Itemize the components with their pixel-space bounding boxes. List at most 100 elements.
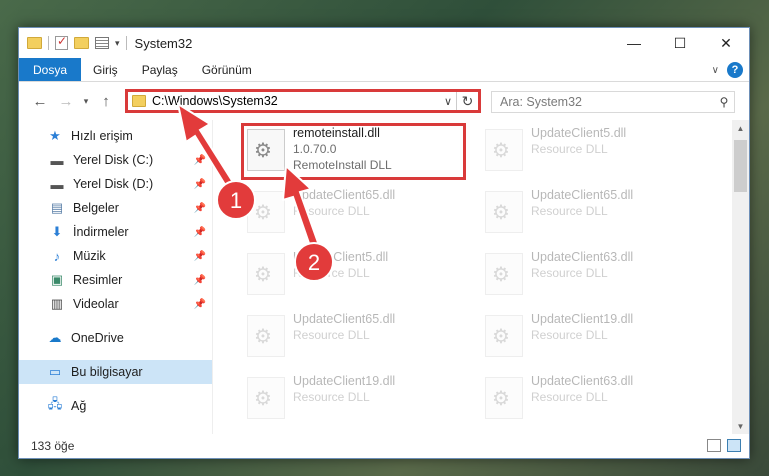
nav-item-videos[interactable]: ▥ Videolar 📌: [19, 292, 212, 316]
pin-icon[interactable]: 📌: [194, 179, 206, 190]
pin-icon[interactable]: 📌: [194, 251, 206, 262]
nav-item-disk-d[interactable]: ▬ Yerel Disk (D:) 📌: [19, 172, 212, 196]
dll-file-icon: [485, 191, 523, 233]
new-folder-icon[interactable]: [74, 37, 89, 49]
pin-icon[interactable]: 📌: [194, 275, 206, 286]
tab-share[interactable]: Paylaş: [130, 58, 190, 81]
refresh-icon[interactable]: ↻: [456, 92, 478, 110]
file-tile[interactable]: UpdateClient5.dll Resource DLL: [479, 123, 699, 179]
scroll-down-icon[interactable]: ▼: [732, 418, 749, 434]
file-name: UpdateClient63.dll: [531, 250, 634, 264]
status-bar: 133 öğe: [19, 434, 749, 458]
search-input[interactable]: Ara: System32: [500, 95, 714, 109]
details-view-icon[interactable]: [707, 439, 721, 452]
pin-icon[interactable]: 📌: [194, 155, 206, 166]
dll-file-icon: [247, 129, 285, 171]
star-icon: ★: [49, 128, 61, 143]
nav-label: İndirmeler: [73, 225, 129, 239]
file-tile[interactable]: UpdateClient19.dll Resource DLL: [479, 309, 699, 365]
help-icon[interactable]: ?: [727, 62, 743, 78]
computer-icon: ▭: [48, 364, 62, 379]
properties-check-icon[interactable]: [55, 34, 68, 50]
file-description: Resource DLL: [531, 142, 608, 156]
file-view: remoteinstall.dll 1.0.70.0 RemoteInstall…: [213, 120, 749, 434]
nav-item-disk-c[interactable]: ▬ Yerel Disk (C:) 📌: [19, 148, 212, 172]
pin-icon[interactable]: 📌: [194, 203, 206, 214]
maximize-button[interactable]: ☐: [657, 28, 703, 58]
back-button[interactable]: ←: [27, 89, 53, 113]
dll-file-icon: [247, 377, 285, 419]
nav-this-pc[interactable]: ▭ Bu bilgisayar: [19, 360, 212, 384]
cloud-icon: ☁: [48, 330, 62, 345]
address-dropdown-icon[interactable]: ∨: [440, 95, 456, 108]
file-description: Resource DLL: [293, 328, 370, 342]
pictures-icon: ▣: [50, 272, 64, 287]
file-description: Resource DLL: [531, 328, 608, 342]
customize-icon[interactable]: [95, 37, 109, 49]
drive-icon: ▬: [50, 152, 64, 168]
nav-onedrive[interactable]: ☁ OneDrive: [19, 326, 212, 350]
search-icon[interactable]: ⚲: [714, 95, 734, 109]
file-tile[interactable]: UpdateClient65.dll Resource DLL: [241, 309, 461, 365]
nav-label: Hızlı erişim: [71, 129, 133, 143]
navigation-pane: ★ Hızlı erişim ▬ Yerel Disk (C:) 📌 ▬ Yer…: [19, 120, 213, 434]
pin-icon[interactable]: 📌: [194, 227, 206, 238]
nav-label: Resimler: [73, 273, 123, 287]
pin-icon[interactable]: 📌: [194, 299, 206, 310]
search-box[interactable]: Ara: System32 ⚲: [491, 91, 735, 113]
file-version: 1.0.70.0: [293, 142, 337, 156]
file-name: UpdateClient19.dll: [293, 374, 396, 388]
nav-quick-access[interactable]: ★ Hızlı erişim: [19, 124, 212, 148]
file-name: UpdateClient65.dll: [293, 312, 396, 326]
file-name: UpdateClient63.dll: [531, 374, 634, 388]
scroll-up-icon[interactable]: ▲: [732, 120, 749, 136]
dll-file-icon: [247, 315, 285, 357]
file-tile[interactable]: UpdateClient63.dll Resource DLL: [479, 371, 699, 427]
dll-file-icon: [485, 129, 523, 171]
vertical-scrollbar[interactable]: ▲ ▼: [732, 120, 749, 434]
folder-icon: [27, 37, 42, 49]
network-icon: 🖧: [47, 396, 63, 411]
expand-ribbon-icon[interactable]: ∨: [712, 65, 719, 76]
tiles-view-icon[interactable]: [727, 439, 741, 452]
qat-dropdown-icon[interactable]: ▾: [115, 38, 120, 49]
nav-label: Belgeler: [73, 201, 119, 215]
file-tile[interactable]: UpdateClient5.dll Resource DLL: [241, 247, 461, 303]
address-path[interactable]: C:\Windows\System32: [152, 94, 440, 108]
forward-button[interactable]: →: [53, 89, 79, 113]
recent-locations-button[interactable]: ▾: [79, 89, 93, 113]
nav-network[interactable]: 🖧 Ağ: [19, 394, 212, 418]
nav-item-pictures[interactable]: ▣ Resimler 📌: [19, 268, 212, 292]
file-description: Resource DLL: [293, 204, 370, 218]
file-name: remoteinstall.dll: [293, 126, 380, 140]
minimize-button[interactable]: —: [611, 28, 657, 58]
up-button[interactable]: ↑: [93, 89, 119, 113]
tab-home[interactable]: Giriş: [81, 58, 130, 81]
title-bar: ▾ System32 — ☐ ✕: [19, 28, 749, 58]
navigation-bar: ← → ▾ ↑ C:\Windows\System32 ∨ ↻ Ara: Sys…: [19, 82, 749, 120]
dll-file-icon: [247, 191, 285, 233]
file-description: Resource DLL: [293, 390, 370, 404]
file-tile[interactable]: UpdateClient63.dll Resource DLL: [479, 247, 699, 303]
file-name: UpdateClient5.dll: [293, 250, 389, 264]
separator: [125, 36, 127, 50]
file-description: Resource DLL: [531, 266, 608, 280]
tab-view[interactable]: Görünüm: [190, 58, 264, 81]
nav-item-music[interactable]: ♪ Müzik 📌: [19, 244, 212, 268]
file-tile[interactable]: remoteinstall.dll 1.0.70.0 RemoteInstall…: [241, 123, 461, 179]
file-tile[interactable]: UpdateClient65.dll Resource DLL: [479, 185, 699, 241]
file-description: RemoteInstall DLL: [293, 158, 392, 172]
close-button[interactable]: ✕: [703, 28, 749, 58]
music-icon: ♪: [53, 248, 61, 264]
nav-item-downloads[interactable]: ⬇ İndirmeler 📌: [19, 220, 212, 244]
scroll-thumb[interactable]: [734, 140, 747, 192]
tab-file[interactable]: Dosya: [19, 58, 82, 81]
file-name: UpdateClient5.dll: [531, 126, 627, 140]
file-name: UpdateClient19.dll: [531, 312, 634, 326]
nav-item-documents[interactable]: ▤ Belgeler 📌: [19, 196, 212, 220]
nav-label: Müzik: [73, 249, 106, 263]
address-bar[interactable]: C:\Windows\System32 ∨ ↻: [125, 89, 481, 113]
file-tile[interactable]: UpdateClient65.dll Resource DLL: [241, 185, 461, 241]
file-tile[interactable]: UpdateClient19.dll Resource DLL: [241, 371, 461, 427]
file-description: Resource DLL: [531, 204, 608, 218]
